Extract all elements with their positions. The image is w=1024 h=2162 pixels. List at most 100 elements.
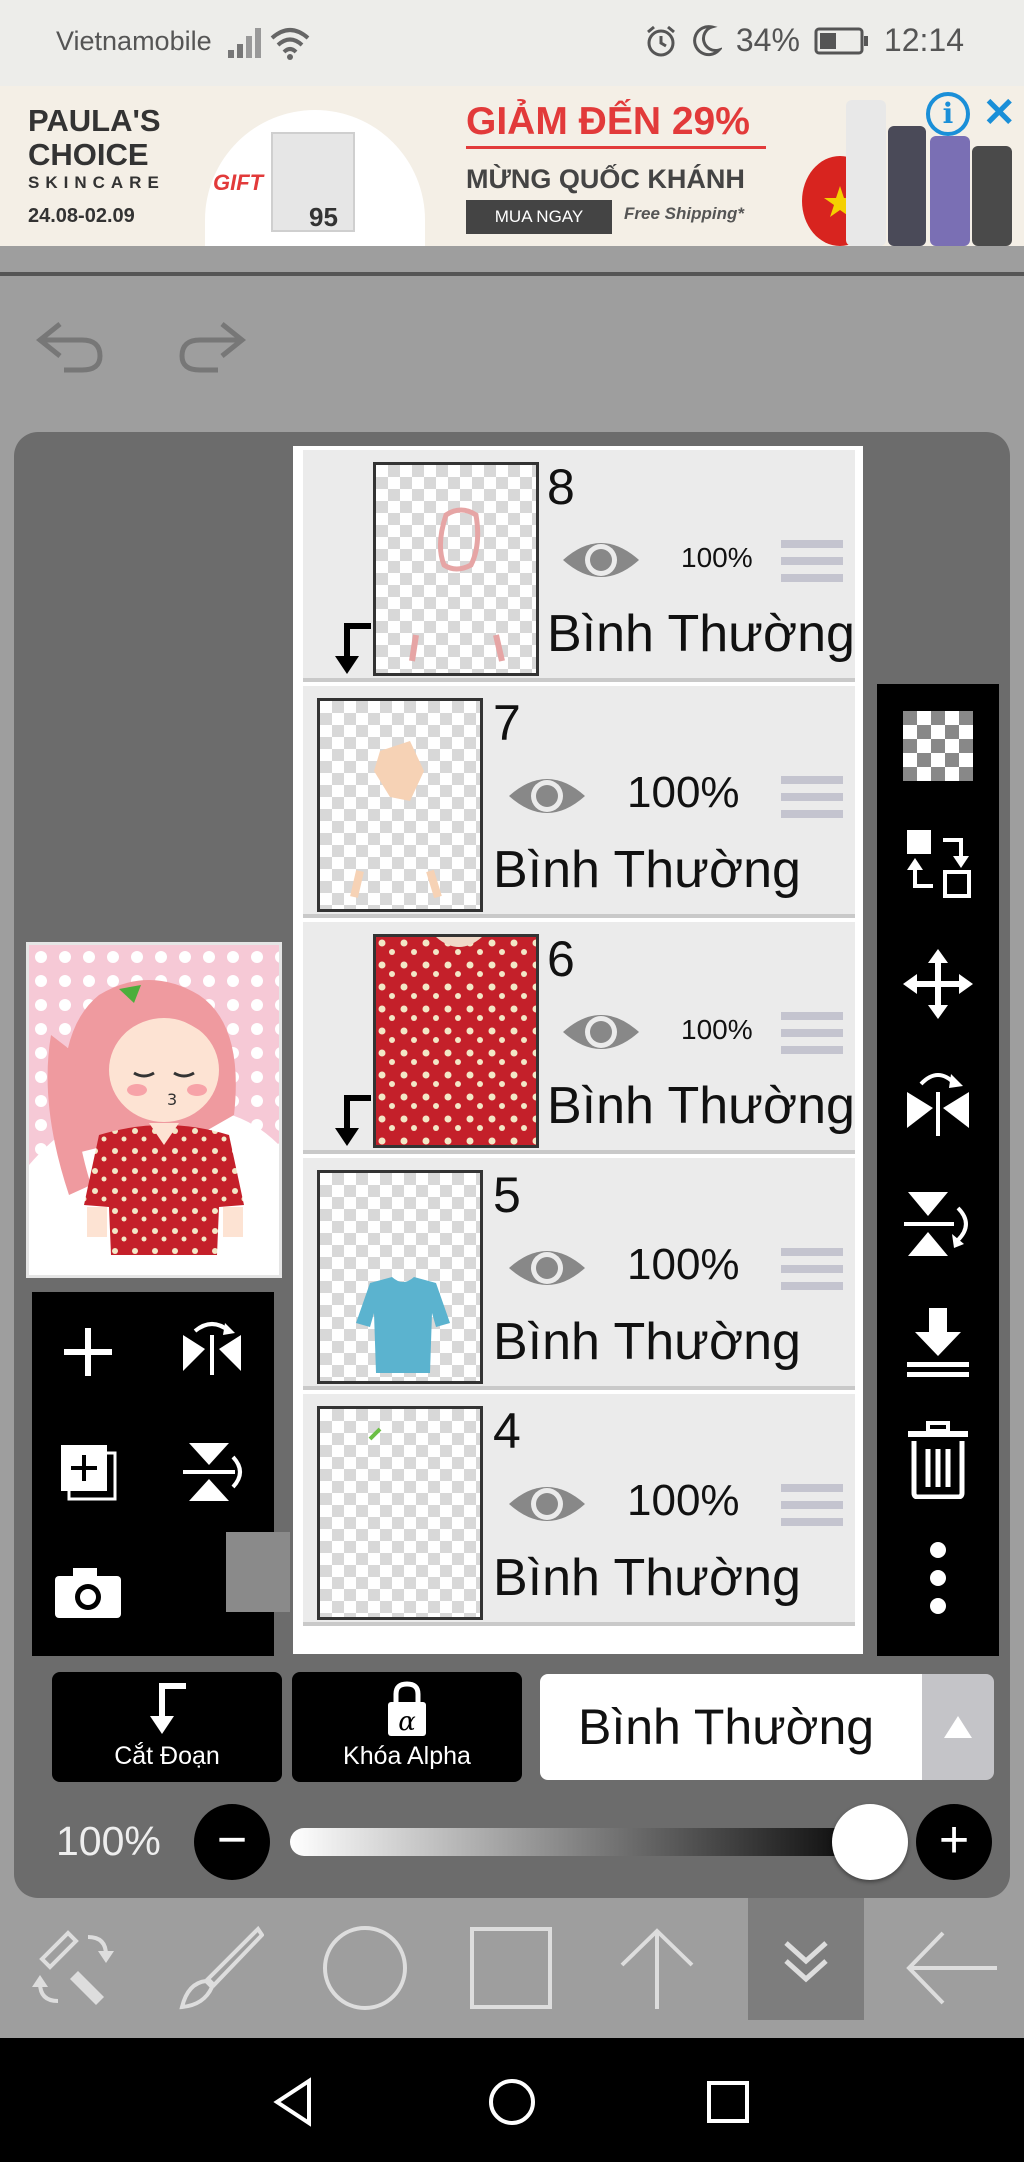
circle-icon [323, 1926, 407, 2010]
visibility-eye-icon[interactable] [505, 1240, 589, 1296]
nav-home-button[interactable] [472, 2062, 552, 2142]
wifi-icon [270, 28, 310, 60]
moon-icon [693, 24, 722, 56]
plus-icon [64, 1328, 112, 1376]
move-icon [903, 949, 973, 1019]
ad-subline: MỪNG QUỐC KHÁNH [466, 164, 745, 194]
canvas-preview[interactable]: 3 [26, 942, 282, 1278]
layer-thumbnail [373, 934, 539, 1148]
bottom-toolbar [0, 1898, 1024, 2038]
layer-transform-button[interactable] [877, 814, 999, 914]
layer-number: 5 [493, 1167, 521, 1223]
transform-tool-button[interactable] [0, 1898, 146, 2038]
arrow-up-icon [620, 1928, 694, 2009]
camera-button[interactable] [32, 1532, 144, 1652]
add-layer-icon [61, 1445, 117, 1501]
opacity-increase-button[interactable]: + [916, 1804, 992, 1880]
ad-product-bottle [930, 136, 970, 246]
layer-drag-handle-icon[interactable] [781, 1012, 843, 1060]
blend-mode-select[interactable]: Bình Thường [540, 1674, 922, 1780]
clip-label: Cắt Đoạn [114, 1742, 220, 1770]
layer-opacity: 100% [627, 1476, 740, 1525]
layer-row[interactable]: 5 100% Bình Thường [303, 1158, 855, 1390]
ad-banner[interactable]: PAULA'S CHOICE SKINCARE 24.08-02.09 GIFT… [0, 86, 1024, 246]
layer-thumbnail [317, 1406, 483, 1620]
add-layer-button[interactable] [32, 1292, 144, 1412]
ad-close-icon[interactable]: ✕ [982, 90, 1016, 136]
ad-headline: GIẢM ĐẾN 29% [466, 100, 750, 143]
alpha-lock-button[interactable]: α Khóa Alpha [292, 1672, 522, 1782]
rectangle-tool-button[interactable] [438, 1898, 584, 2038]
more-icon [930, 1542, 946, 1614]
alarm-icon [646, 25, 675, 56]
move-button[interactable] [877, 934, 999, 1034]
ad-brand-line1: PAULA'S [28, 103, 161, 138]
layer-blend-mode: Bình Thường [547, 1077, 855, 1135]
flip-horizontal-button[interactable] [156, 1292, 268, 1412]
battery-percent: 34% [735, 22, 800, 58]
status-right: 34% 12:14 [644, 22, 964, 59]
collapse-panel-button[interactable] [748, 1898, 864, 2020]
layer-drag-handle-icon[interactable] [781, 1484, 843, 1532]
battery-icon [814, 27, 868, 54]
layer-opacity: 100% [627, 768, 740, 817]
more-options-button[interactable] [877, 1528, 999, 1628]
nav-back-button[interactable] [254, 2062, 334, 2142]
flip-vertical-button[interactable] [156, 1412, 268, 1532]
layer-number: 8 [547, 459, 575, 515]
ellipse-tool-button[interactable] [292, 1898, 438, 2038]
merge-down-icon [907, 1308, 969, 1377]
layer-drag-handle-icon[interactable] [781, 540, 843, 588]
flip-vertical-icon [183, 1443, 242, 1501]
ad-shipping: Free Shipping* [624, 204, 744, 223]
opacity-slider-thumb[interactable] [832, 1804, 908, 1880]
layer-number: 4 [493, 1403, 521, 1459]
ad-info-icon[interactable]: i [926, 92, 970, 136]
merge-down-button[interactable] [877, 1292, 999, 1392]
visibility-eye-icon[interactable] [505, 768, 589, 824]
visibility-eye-icon[interactable] [559, 532, 643, 588]
undo-icon[interactable] [30, 310, 114, 384]
layer-blend-mode: Bình Thường [547, 605, 855, 663]
alpha-lock-label: Khóa Alpha [343, 1742, 471, 1770]
layer-list[interactable]: 8 100% Bình Thường 7 100% Bình Thường 6 … [293, 446, 863, 1654]
divider [0, 272, 1024, 276]
layer-drag-handle-icon[interactable] [781, 776, 843, 824]
ad-date: 24.08-02.09 [28, 205, 135, 227]
transform-layer-icon [907, 830, 971, 898]
brush-icon [179, 1925, 264, 2010]
opacity-decrease-button[interactable]: − [194, 1804, 270, 1880]
flip-icon [907, 1073, 969, 1136]
move-up-button[interactable] [584, 1898, 730, 2038]
ad-brand: PAULA'S CHOICE SKINCARE 24.08-02.09 [28, 104, 165, 228]
layer-row[interactable]: 6 100% Bình Thường [303, 922, 855, 1154]
visibility-eye-icon[interactable] [559, 1004, 643, 1060]
layer-row[interactable]: 4 100% Bình Thường [303, 1394, 855, 1626]
layer-thumbnail [373, 462, 539, 676]
ad-gift-bag-image: GIFT 95 [205, 110, 425, 246]
transparency-button[interactable] [877, 696, 999, 796]
flip-layer-vertical-button[interactable] [877, 1174, 999, 1274]
opacity-slider[interactable] [290, 1828, 880, 1856]
ad-cta-button[interactable]: MUA NGAY [466, 200, 612, 234]
opacity-value: 100% [56, 1818, 161, 1864]
right-toolbar [877, 684, 999, 1656]
flip-horizontal-icon [183, 1322, 241, 1375]
flip-layer-horizontal-button[interactable] [877, 1054, 999, 1154]
clip-arrow-icon [335, 1095, 371, 1146]
visibility-eye-icon[interactable] [505, 1476, 589, 1532]
duplicate-layer-button[interactable] [32, 1412, 144, 1532]
nav-recents-button[interactable] [688, 2062, 768, 2142]
back-button[interactable] [878, 1898, 1024, 2038]
layer-drag-handle-icon[interactable] [781, 1248, 843, 1296]
lock-icon: α [388, 1681, 426, 1737]
brush-tool-button[interactable] [146, 1898, 292, 2038]
redo-icon[interactable] [168, 310, 252, 384]
layer-row[interactable]: 7 100% Bình Thường [303, 686, 855, 918]
delete-layer-button[interactable] [877, 1410, 999, 1510]
layer-row[interactable]: 8 100% Bình Thường [303, 450, 855, 682]
signal-icon [228, 28, 261, 58]
trash-icon [908, 1421, 968, 1499]
clip-button[interactable]: Cắt Đoạn [52, 1672, 282, 1782]
blend-dropdown-arrow-icon[interactable] [922, 1674, 994, 1780]
